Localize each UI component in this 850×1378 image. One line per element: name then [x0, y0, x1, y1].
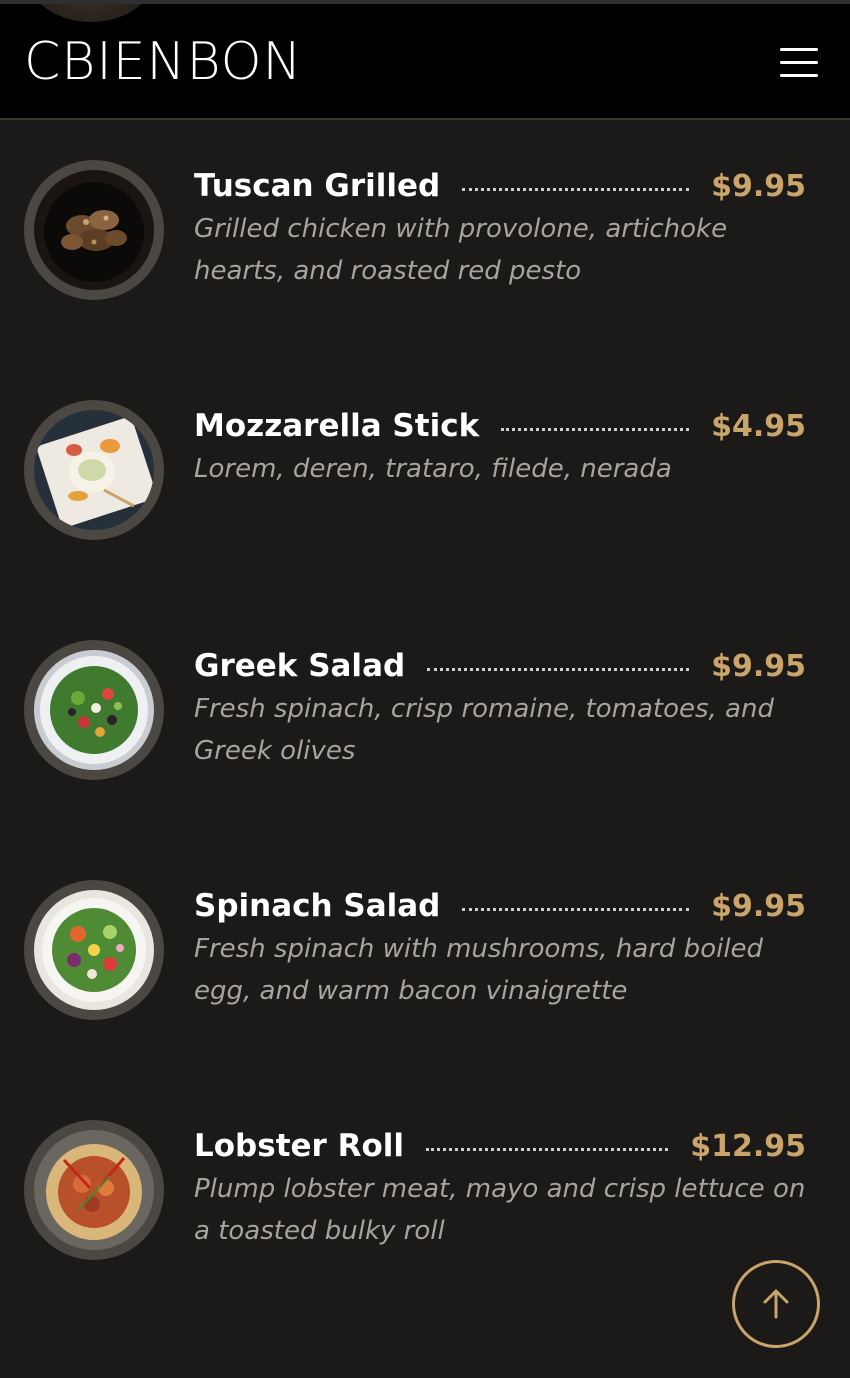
arrow-up-icon: [763, 1289, 789, 1319]
top-navbar: CBIENBON: [0, 0, 850, 120]
menu-item: Spinach Salad $9.95 Fresh spinach with m…: [0, 840, 850, 1020]
dotted-leader: [427, 667, 690, 671]
item-description: Fresh spinach with mushrooms, hard boile…: [194, 934, 764, 1006]
item-name: Mozzarella Stick: [194, 408, 480, 444]
item-description: Grilled chicken with provolone, artichok…: [194, 214, 728, 286]
menu-item: Lobster Roll $12.95 Plump lobster meat, …: [0, 1080, 850, 1260]
item-price: $4.95: [711, 408, 806, 444]
dish-thumbnail: [24, 160, 164, 300]
item-price: $9.95: [711, 648, 806, 684]
hamburger-menu-icon[interactable]: [780, 46, 818, 80]
item-name: Tuscan Grilled: [194, 168, 441, 204]
item-name: Lobster Roll: [194, 1128, 405, 1164]
item-description: Fresh spinach, crisp romaine, tomatoes, …: [194, 694, 774, 766]
menu-item: Greek Salad $9.95 Fresh spinach, crisp r…: [0, 600, 850, 780]
lobster-roll-image: [34, 1130, 154, 1250]
item-price: $9.95: [711, 888, 806, 924]
menu-item: Tuscan Grilled $9.95 Grilled chicken wit…: [0, 120, 850, 300]
dish-thumbnail: [24, 880, 164, 1020]
item-description: Plump lobster meat, mayo and crisp lettu…: [194, 1174, 806, 1246]
grilled-chicken-image: [34, 170, 154, 290]
dotted-leader: [462, 907, 690, 911]
item-title-row: Tuscan Grilled $9.95: [194, 164, 806, 208]
item-description: Lorem, deren, trataro, filede, nerada: [194, 454, 672, 484]
dotted-leader: [462, 187, 690, 191]
dish-thumbnail: [24, 640, 164, 780]
item-title-row: Greek Salad $9.95: [194, 644, 806, 688]
menu-item: Mozzarella Stick $4.95 Lorem, deren, tra…: [0, 360, 850, 540]
item-title-row: Spinach Salad $9.95: [194, 884, 806, 928]
dotted-leader: [501, 427, 690, 431]
site-logo[interactable]: CBIENBON: [24, 32, 302, 92]
dotted-leader: [426, 1147, 669, 1151]
item-name: Greek Salad: [194, 648, 406, 684]
partial-dish-image: [28, 4, 154, 22]
item-price: $9.95: [711, 168, 806, 204]
item-price: $12.95: [690, 1128, 806, 1164]
back-to-top-button[interactable]: [732, 1260, 820, 1348]
spinach-salad-image: [34, 890, 154, 1010]
greek-salad-image: [34, 650, 154, 770]
item-title-row: Mozzarella Stick $4.95: [194, 404, 806, 448]
mozzarella-plate-image: [34, 410, 154, 530]
item-title-row: Lobster Roll $12.95: [194, 1124, 806, 1168]
dish-thumbnail: [24, 400, 164, 540]
dish-thumbnail: [24, 1120, 164, 1260]
item-name: Spinach Salad: [194, 888, 441, 924]
